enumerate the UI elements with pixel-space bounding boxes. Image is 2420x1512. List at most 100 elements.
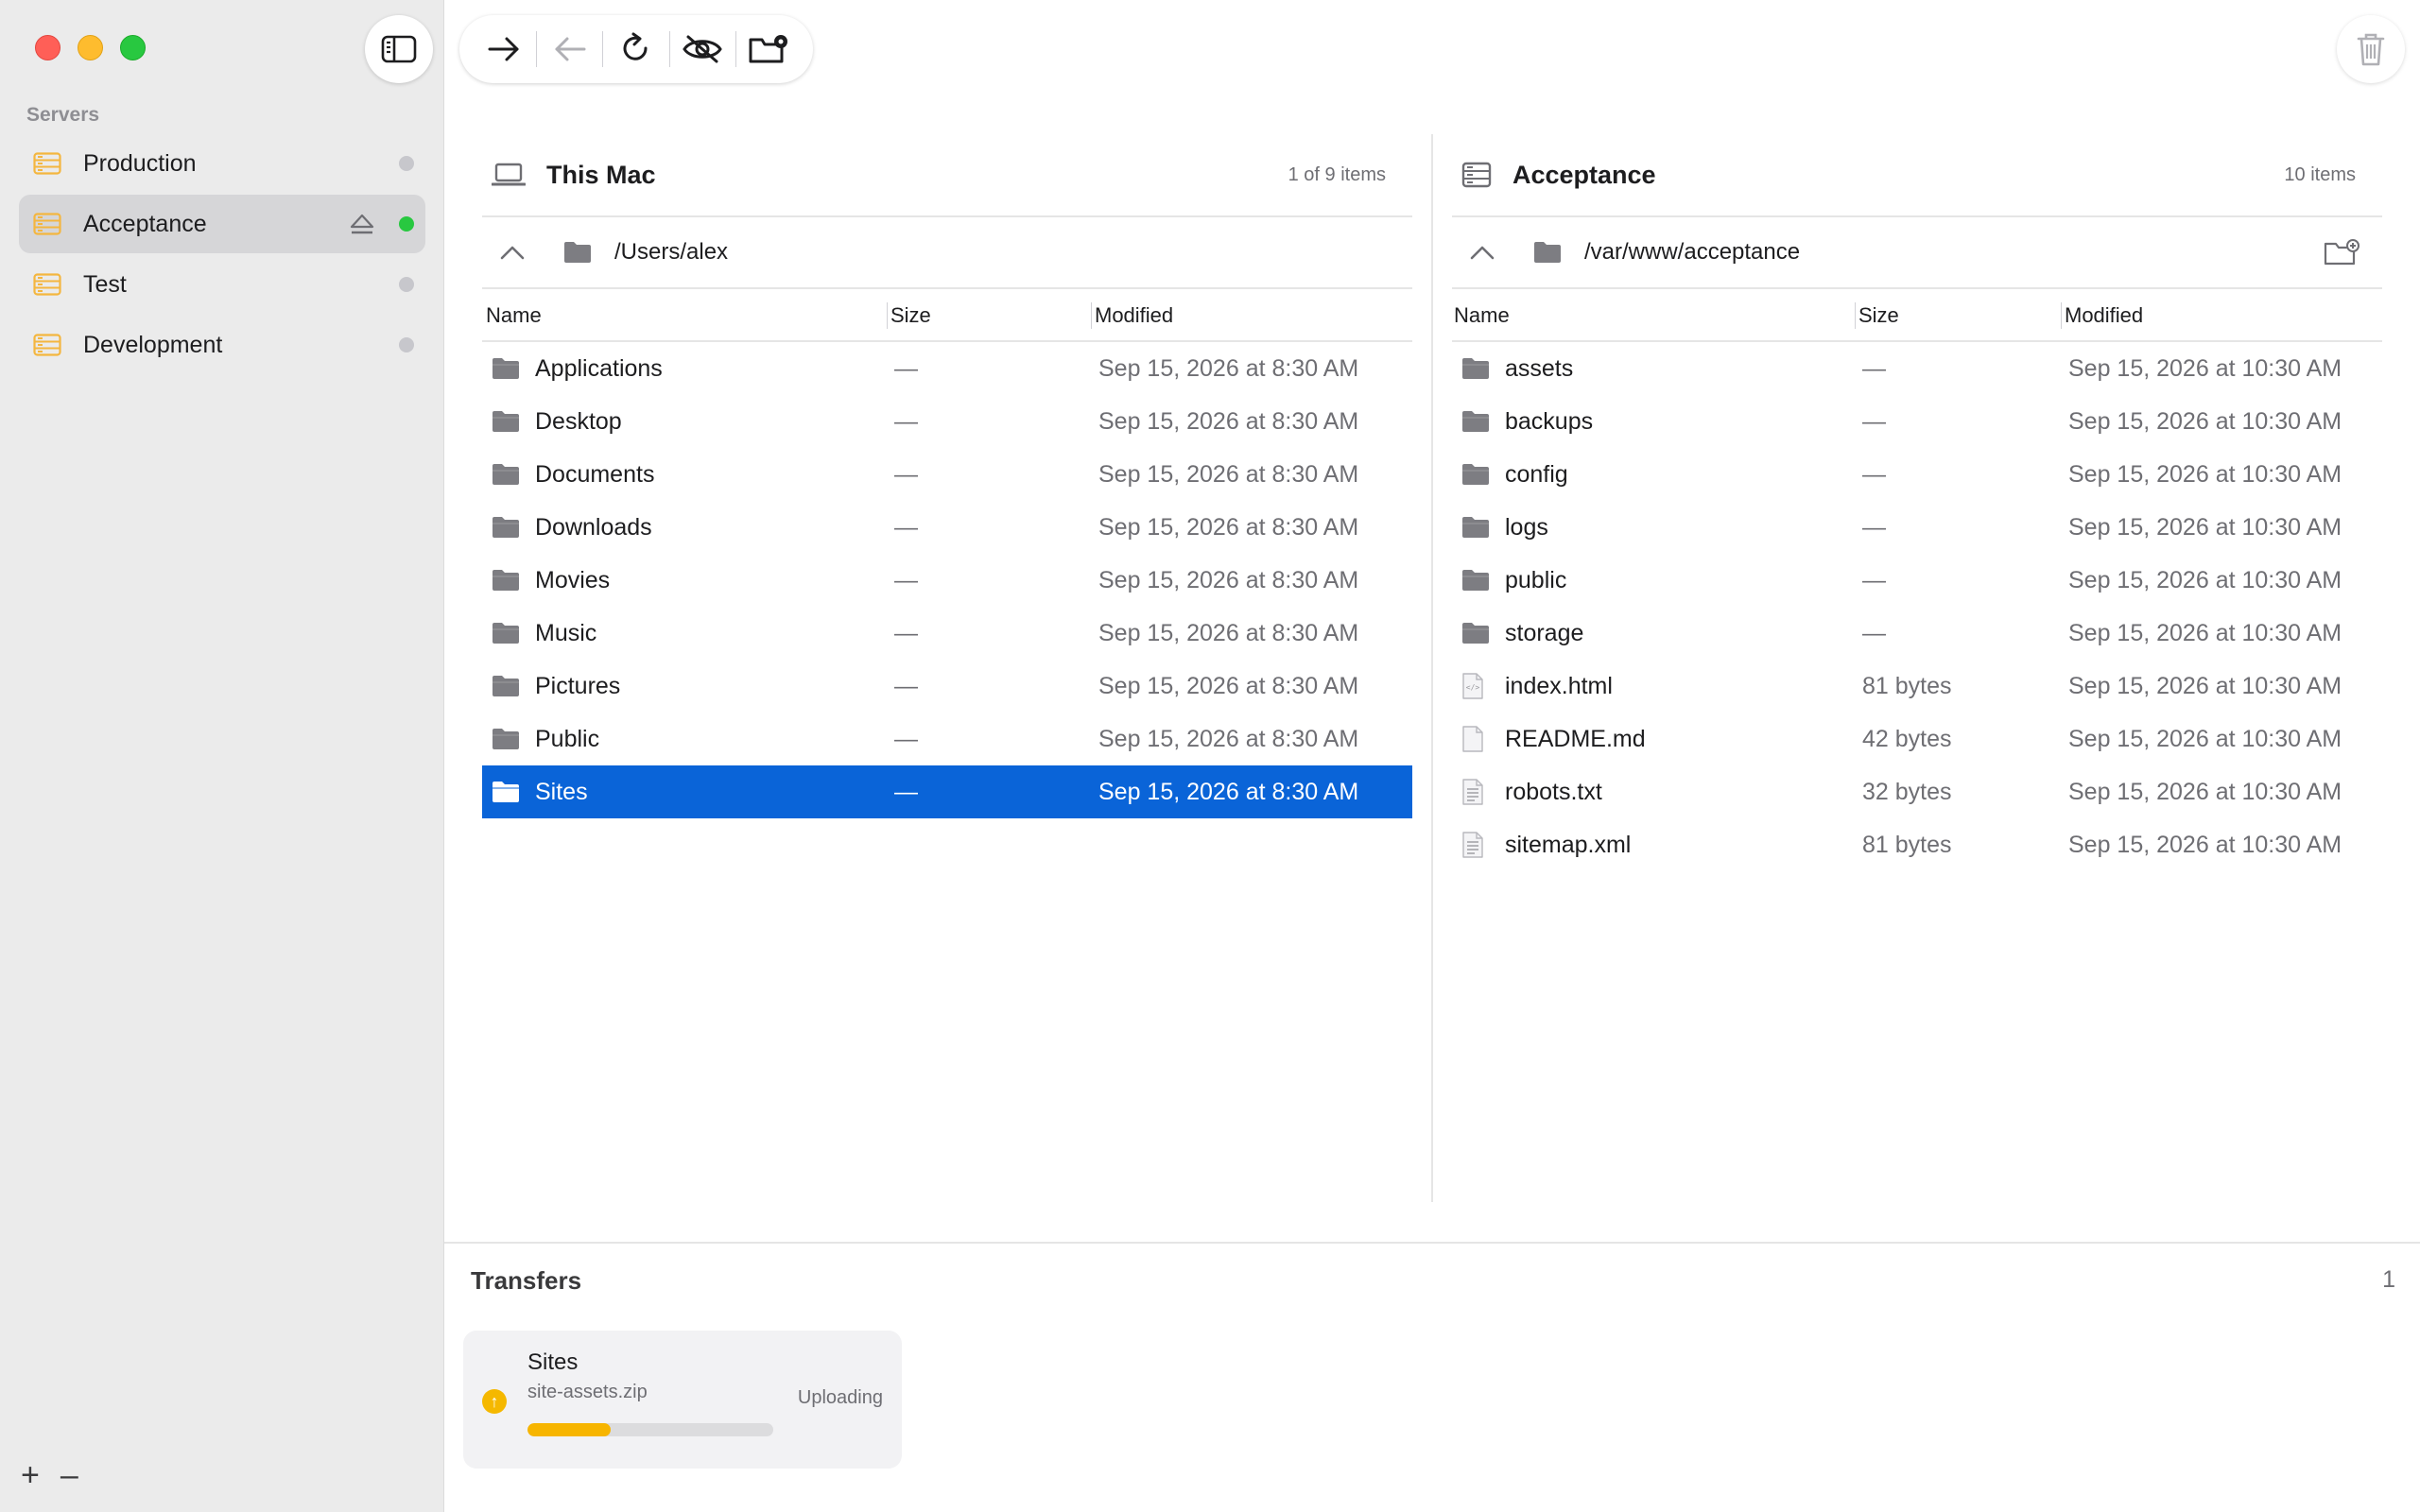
transfers-count: 1 (2382, 1266, 2395, 1293)
folder-icon (492, 395, 522, 448)
file-row-logs[interactable]: logs — Sep 15, 2026 at 10:30 AM (1452, 501, 2382, 554)
file-row-storage[interactable]: storage — Sep 15, 2026 at 10:30 AM (1452, 607, 2382, 660)
server-label: Development (83, 331, 223, 358)
file-row-documents[interactable]: Documents — Sep 15, 2026 at 8:30 AM (482, 448, 1412, 501)
zoom-window-button[interactable] (120, 35, 146, 60)
transfer-progress-fill (527, 1423, 612, 1436)
file-name: logs (1505, 513, 1548, 541)
file-row-desktop[interactable]: Desktop — Sep 15, 2026 at 8:30 AM (482, 395, 1412, 448)
file-modified: Sep 15, 2026 at 10:30 AM (2068, 566, 2342, 593)
file-row-sitemap-xml[interactable]: sitemap.xml 81 bytes Sep 15, 2026 at 10:30… (1452, 818, 2382, 871)
minimize-window-button[interactable] (78, 35, 103, 60)
file-row-index-html[interactable]: </> index.html 81 bytes Sep 15, 2026 at 10:… (1452, 660, 2382, 713)
file-size: — (894, 672, 918, 699)
file-modified: Sep 15, 2026 at 8:30 AM (1098, 566, 1359, 593)
transfer-card[interactable]: ↑ Sites site-assets.zip Uploading (463, 1331, 902, 1469)
connection-status-dot (399, 337, 414, 352)
file-row-assets[interactable]: assets — Sep 15, 2026 at 10:30 AM (1452, 342, 2382, 395)
new-folder-toolbar-button[interactable] (736, 15, 802, 83)
text-file-icon (1461, 818, 1492, 871)
file-name: backups (1505, 407, 1594, 435)
sidebar-toggle-button[interactable] (365, 15, 433, 83)
file-name: public (1505, 566, 1567, 593)
modified-column-header[interactable]: Modified (1095, 289, 1173, 342)
file-row-pictures[interactable]: Pictures — Sep 15, 2026 at 8:30 AM (482, 660, 1412, 713)
folder-icon (492, 342, 522, 395)
name-column-header[interactable]: Name (486, 289, 542, 342)
chevron-up-icon[interactable] (1469, 244, 1495, 261)
column-separator[interactable] (2061, 302, 2062, 329)
refresh-button[interactable] (603, 15, 668, 83)
size-column-header[interactable]: Size (890, 289, 931, 342)
file-row-movies[interactable]: Movies — Sep 15, 2026 at 8:30 AM (482, 554, 1412, 607)
local-file-list: Applications — Sep 15, 2026 at 8:30 AM Desk… (482, 342, 1412, 818)
file-size: — (894, 725, 918, 752)
file-size: — (894, 566, 918, 593)
file-row-applications[interactable]: Applications — Sep 15, 2026 at 8:30 AM (482, 342, 1412, 395)
server-item-acceptance[interactable]: Acceptance (19, 195, 425, 253)
file-modified: Sep 15, 2026 at 10:30 AM (2068, 513, 2342, 541)
name-column-header[interactable]: Name (1454, 289, 1510, 342)
sidebar-footer: + – (21, 1459, 78, 1491)
file-modified: Sep 15, 2026 at 10:30 AM (2068, 354, 2342, 382)
html-file-icon: </> (1461, 660, 1492, 713)
server-icon (32, 209, 62, 239)
file-size: 32 bytes (1862, 778, 1952, 805)
local-pane: This Mac 1 of 9 items /Users/alex Name S… (482, 134, 1412, 818)
transfers-panel: Transfers 1 ↑ Sites site-assets.zip Uplo… (444, 1242, 2420, 1512)
toggle-hidden-files-button[interactable] (670, 15, 735, 83)
add-server-button[interactable]: + (21, 1459, 40, 1491)
column-separator[interactable] (1855, 302, 1856, 329)
file-size: 81 bytes (1862, 672, 1952, 699)
file-row-readme-md[interactable]: README.md 42 bytes Sep 15, 2026 at 10:30 A… (1452, 713, 2382, 765)
file-name: Pictures (535, 672, 621, 699)
file-row-public[interactable]: Public — Sep 15, 2026 at 8:30 AM (482, 713, 1412, 765)
file-size: — (1862, 407, 1886, 435)
folder-icon (1461, 342, 1492, 395)
file-row-config[interactable]: config — Sep 15, 2026 at 10:30 AM (1452, 448, 2382, 501)
eject-icon[interactable] (348, 211, 376, 239)
close-window-button[interactable] (35, 35, 60, 60)
column-separator[interactable] (1091, 302, 1092, 329)
server-label: Test (83, 270, 127, 298)
file-modified: Sep 15, 2026 at 8:30 AM (1098, 619, 1359, 646)
size-column-header[interactable]: Size (1858, 289, 1899, 342)
delete-button[interactable] (2337, 15, 2405, 83)
download-button[interactable] (537, 15, 602, 83)
file-row-robots-txt[interactable]: robots.txt 32 bytes Sep 15, 2026 at 10:30 … (1452, 765, 2382, 818)
file-size: — (894, 460, 918, 488)
sidebar: Servers Production Acceptance Test Developm… (0, 0, 444, 1512)
servers-heading: Servers (26, 104, 100, 126)
upload-button[interactable] (471, 15, 536, 83)
file-modified: Sep 15, 2026 at 10:30 AM (2068, 460, 2342, 488)
chevron-up-icon[interactable] (499, 244, 526, 261)
server-item-test[interactable]: Test (19, 255, 425, 314)
local-path-bar: /Users/alex (482, 217, 1412, 289)
server-item-development[interactable]: Development (19, 316, 425, 374)
server-label: Production (83, 149, 197, 177)
pane-divider[interactable] (1431, 134, 1433, 1202)
toolbar (459, 15, 813, 83)
file-row-public[interactable]: public — Sep 15, 2026 at 10:30 AM (1452, 554, 2382, 607)
file-name: Downloads (535, 513, 652, 541)
upload-status-icon: ↑ (482, 1389, 507, 1414)
remote-pane-title: Acceptance (1512, 160, 1656, 189)
transfer-name: Sites (527, 1349, 579, 1375)
file-row-sites[interactable]: Sites — Sep 15, 2026 at 8:30 AM (482, 765, 1412, 818)
file-modified: Sep 15, 2026 at 10:30 AM (2068, 407, 2342, 435)
column-separator[interactable] (887, 302, 888, 329)
modified-column-header[interactable]: Modified (2065, 289, 2143, 342)
file-size: 81 bytes (1862, 831, 1952, 858)
file-row-music[interactable]: Music — Sep 15, 2026 at 8:30 AM (482, 607, 1412, 660)
file-name: Public (535, 725, 600, 752)
folder-icon (1461, 501, 1492, 554)
server-item-production[interactable]: Production (19, 134, 425, 193)
local-item-count: 1 of 9 items (1288, 163, 1386, 185)
remove-server-button[interactable]: – (60, 1459, 78, 1491)
folder-icon (1461, 448, 1492, 501)
connection-status-dot (399, 277, 414, 292)
new-folder-icon[interactable] (2324, 238, 2360, 266)
file-row-downloads[interactable]: Downloads — Sep 15, 2026 at 8:30 AM (482, 501, 1412, 554)
server-icon (1461, 162, 1492, 188)
file-row-backups[interactable]: backups — Sep 15, 2026 at 10:30 AM (1452, 395, 2382, 448)
